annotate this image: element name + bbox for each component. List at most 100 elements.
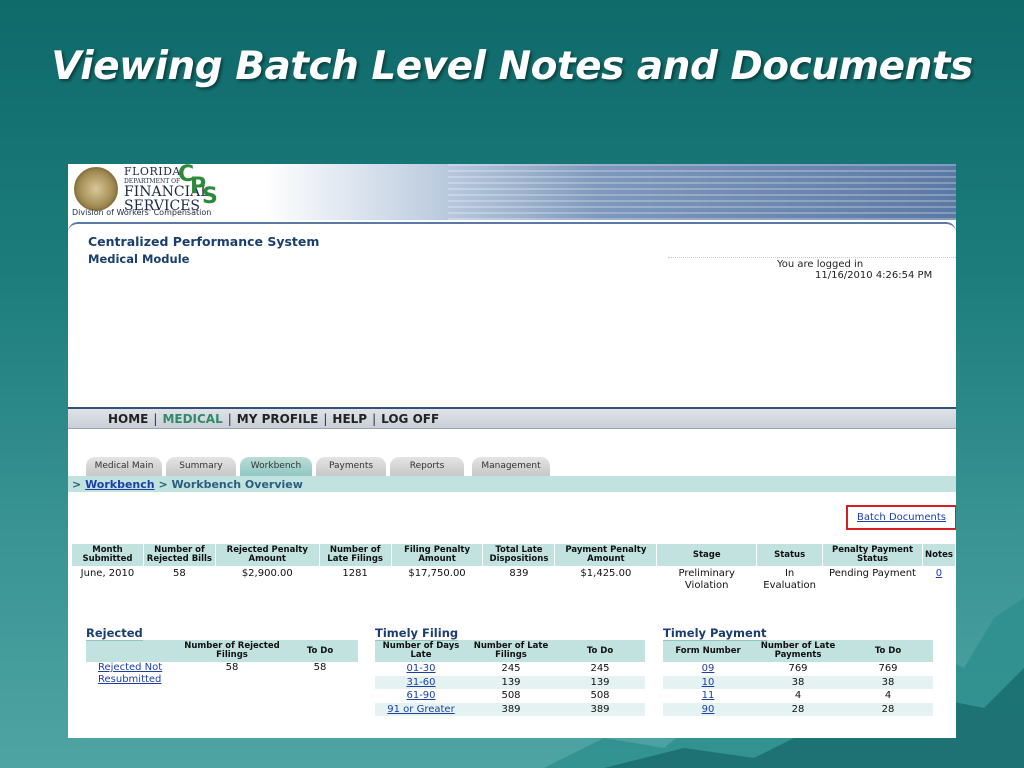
form-number-link[interactable]: 90 [702,704,715,715]
cell-month: June, 2010 [71,566,144,592]
col-penalty-payment-status: Penalty Payment Status [822,543,923,567]
state-seal-icon [74,167,118,211]
cell-to-do: 139 [555,675,645,689]
timely-filing-title: Timely Filing [375,626,459,641]
app-screenshot: FLORIDA DEPARTMENT OF FINANCIAL SERVICES… [68,164,956,738]
col-late-filings: Number of Late Filings [467,640,555,662]
nav-log-off[interactable]: LOG OFF [381,412,439,426]
timely-payment-title-wrap: Timely Payment [663,626,933,641]
col-rejected-bills: Number of Rejected Bills [142,543,216,567]
timely-payment-panel: Timely Payment Form Number Number of Lat… [663,626,933,716]
batch-summary-table: Month Submitted Number of Rejected Bills… [71,543,956,592]
slide-title: Viewing Batch Level Notes and Documents [51,44,973,89]
rejected-title-wrap: Rejected [86,626,358,641]
division-label: Division of Workers' Compensation [72,208,212,217]
rejected-not-resubmitted-link[interactable]: Rejected Not Resubmitted [98,662,162,685]
cell-count: 38 [753,675,843,689]
col-rejected-filings: Number of Rejected Filings [182,640,282,662]
tab-payments[interactable]: Payments [316,457,386,476]
days-late-link[interactable]: 31-60 [406,677,435,688]
col-notes: Notes [921,543,956,567]
nav-help[interactable]: HELP [332,412,367,426]
app-title: Centralized Performance System [88,234,320,249]
timely-filing-title-wrap: Timely Filing [375,626,645,641]
cell-notes: 0 [921,566,956,592]
cell-to-do: 769 [878,663,898,675]
form-number-link[interactable]: 11 [702,690,715,701]
cell-count: 28 [753,702,843,716]
nav-separator: | [227,412,232,426]
col-late-dispositions: Total Late Dispositions [482,543,556,567]
table-row: 91 or Greater 389 389 [375,702,645,716]
tab-reports[interactable]: Reports [390,457,464,476]
notes-count-link[interactable]: 0 [936,568,942,579]
form-number-link[interactable]: 09 [702,663,715,674]
tab-workbench[interactable]: Workbench [240,457,312,477]
cell-category: Rejected Not Resubmitted [86,662,182,686]
cell-stage: Preliminary Violation [656,566,758,592]
cell-days: 01-30 [375,662,467,676]
table-header-row: Form Number Number of Late Payments To D… [663,640,933,662]
tab-management[interactable]: Management [472,457,550,476]
col-blank [86,640,182,662]
cell-to-do: 4 [884,690,892,702]
col-to-do: To Do [282,640,358,662]
cell-penalty-payment-status: Pending Payment [822,566,923,592]
nav-medical[interactable]: MEDICAL [162,412,222,426]
batch-documents-link[interactable]: Batch Documents [846,505,956,530]
col-to-do: To Do [843,640,933,662]
nav-home[interactable]: HOME [108,412,148,426]
cell-form: 09 [663,662,753,676]
table-row: 01-30 245 245 [375,662,645,676]
col-filing-penalty: Filing Penalty Amount [390,543,484,567]
module-title: Medical Module [88,252,190,266]
table-row: 90 28 28 [663,702,933,716]
breadcrumb-workbench-link[interactable]: Workbench [85,478,155,491]
cell-count: 245 [501,663,521,675]
cell-count: 769 [788,663,808,675]
cell-to-do: 245 [590,663,610,675]
cell-days: 91 or Greater [375,702,467,716]
cell-late-dispositions: 839 [482,566,556,592]
timely-payment-table: Form Number Number of Late Payments To D… [663,640,933,716]
main-nav: HOME | MEDICAL | MY PROFILE | HELP | LOG OFF [68,407,956,429]
table-row: Rejected Not Resubmitted 58 58 [86,662,358,686]
col-month-submitted: Month Submitted [71,543,144,567]
col-form-number: Form Number [663,640,753,662]
cell-to-do: 38 [843,675,933,689]
timely-filing-table: Number of Days Late Number of Late Filin… [375,640,645,716]
cell-filing-penalty: $17,750.00 [390,566,484,592]
cell-days: 61-90 [375,689,467,703]
form-number-link[interactable]: 10 [702,677,715,688]
nav-separator: | [153,412,158,426]
cell-rejected-penalty: $2,900.00 [214,566,320,592]
timely-filing-panel: Timely Filing Number of Days Late Number… [375,626,645,716]
table-row: 10 38 38 [663,675,933,689]
login-divider [668,257,956,258]
rejected-panel: Rejected Number of Rejected Filings To D… [86,626,358,686]
days-late-link[interactable]: 01-30 [406,663,435,674]
cell-to-do: 58 [313,662,327,673]
table-header-row: Number of Rejected Filings To Do [86,640,358,662]
table-row: 09 769 769 [663,662,933,676]
tab-medical-main[interactable]: Medical Main [86,457,162,476]
cps-letter-s: S [202,184,218,209]
days-late-link[interactable]: 61-90 [406,690,435,701]
breadcrumb: > Workbench > Workbench Overview [72,478,303,491]
col-status: Status [756,543,824,567]
col-stage: Stage [656,543,758,567]
nav-my-profile[interactable]: MY PROFILE [237,412,319,426]
breadcrumb-arrow: > [158,478,168,491]
table-row: 61-90 508 508 [375,689,645,703]
table-header-row: Number of Days Late Number of Late Filin… [375,640,645,662]
cell-form: 10 [663,675,753,689]
cell-to-do: 508 [590,690,610,702]
cell-count: 389 [467,702,555,716]
days-late-link[interactable]: 91 or Greater [387,704,454,715]
tab-summary[interactable]: Summary [166,457,236,476]
table-row: 31-60 139 139 [375,675,645,689]
login-timestamp: 11/16/2010 4:26:54 PM [815,270,933,281]
breadcrumb-arrow: > [72,478,82,491]
col-late-filings: Number of Late Filings [318,543,392,567]
rejected-title: Rejected [86,626,143,641]
